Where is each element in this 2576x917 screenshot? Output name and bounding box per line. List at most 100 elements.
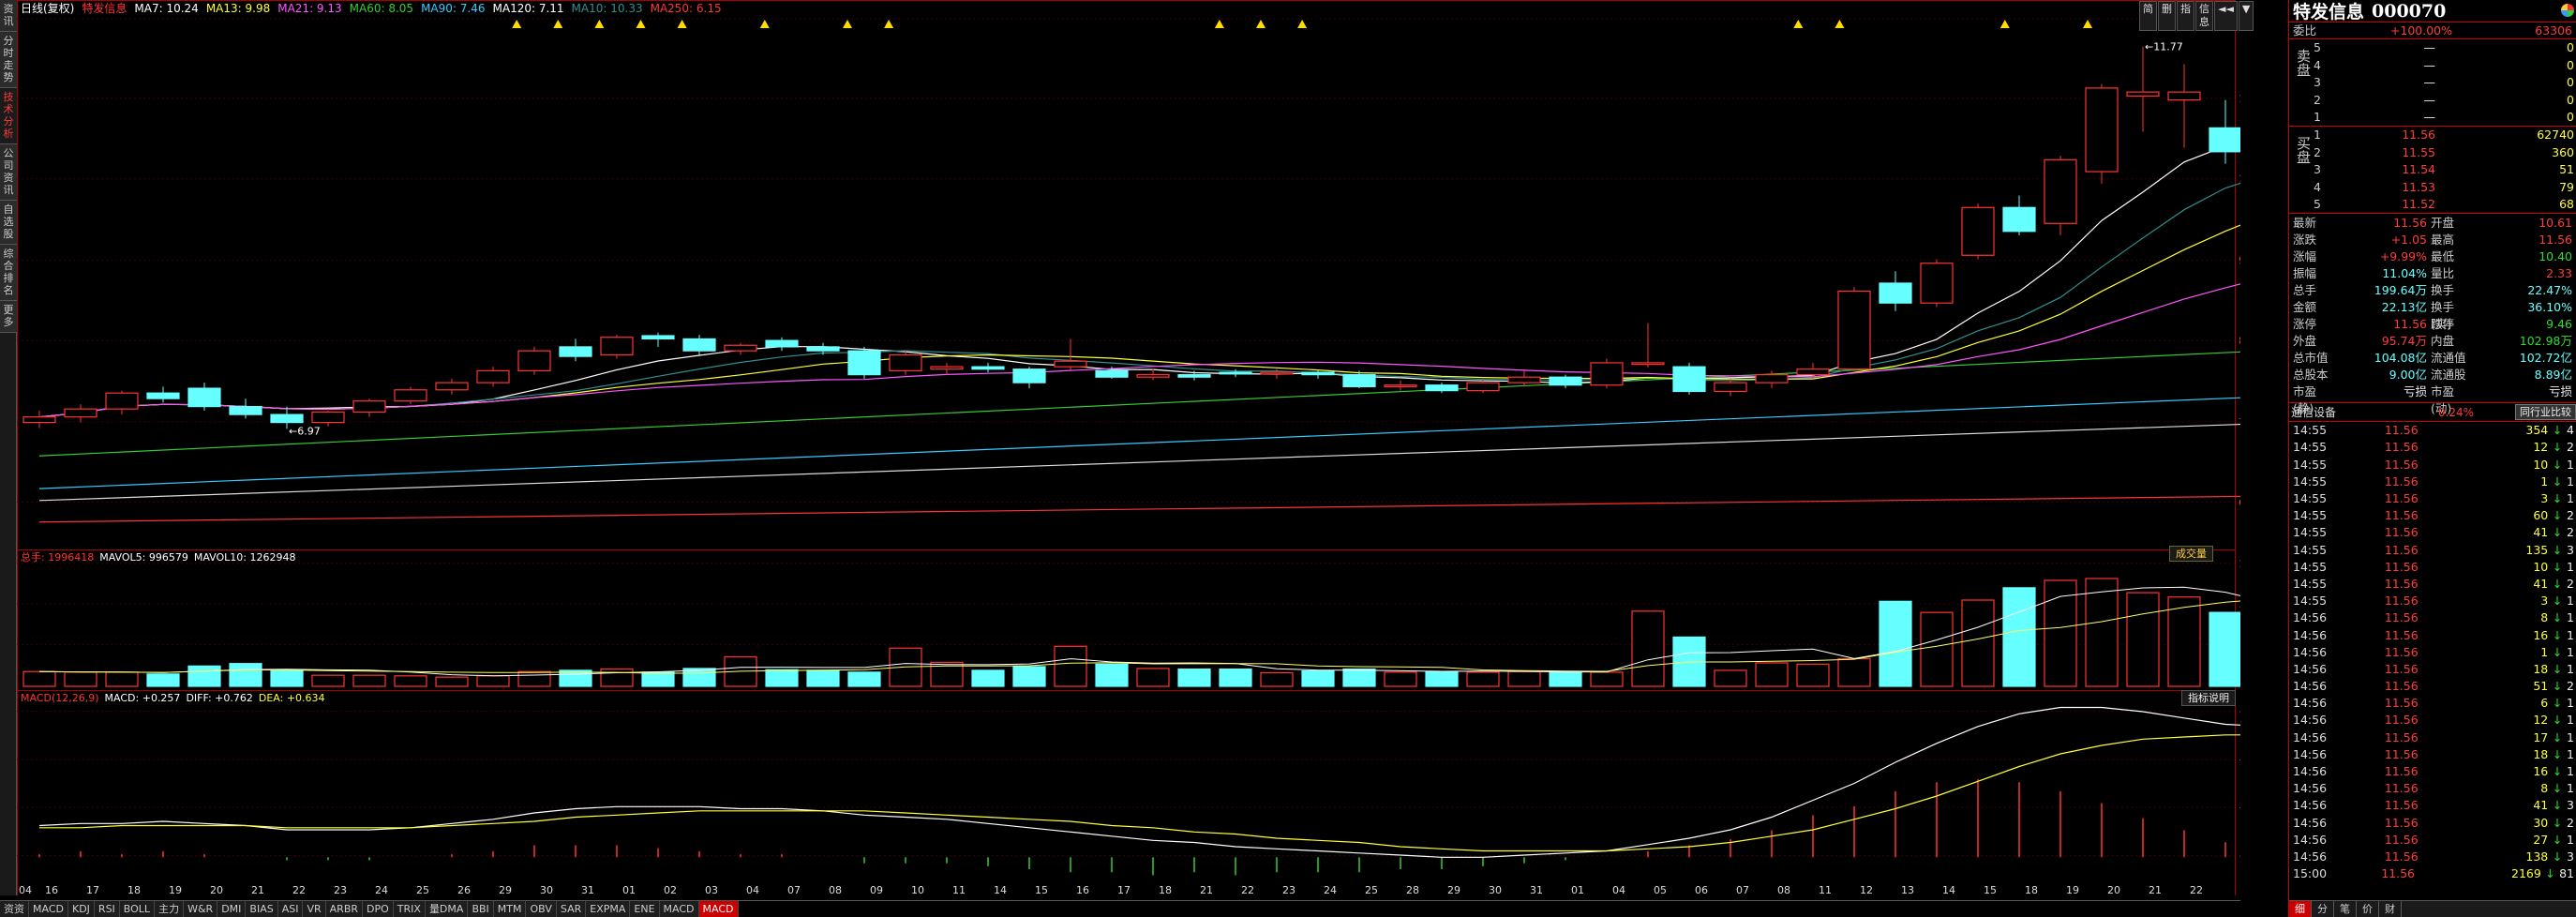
volume-bar [1342,668,1376,687]
candle-body [559,346,592,357]
side-tab-5[interactable]: 综合排名 [0,245,17,301]
side-tab-2[interactable]: 技术分析 [0,88,17,144]
volume-indicator-button[interactable]: 成交量 [2169,546,2213,562]
indicator-tab-18[interactable]: SAR [556,901,587,917]
down-arrow-icon: ↓ [2552,594,2563,609]
date-axis-label: 26 [457,884,471,895]
tick-volume: 138 [2525,849,2549,864]
tick-volume: 18 [2533,746,2549,761]
volume-bar [1879,600,1912,687]
tick-price: 11.56 [2384,798,2419,813]
candle-body [1507,376,1541,383]
ask-book: 卖盘 5 — 0 4 — 0 3 — 0 2 — 0 1 — 0 [2289,39,2576,128]
date-axis-label: 01 [1571,884,1584,895]
indicator-tab-22[interactable]: MACD [698,901,739,917]
date-axis-label: 08 [1777,884,1790,895]
toolbar-button-5[interactable]: ▼ [2238,1,2254,31]
indicator-tab-21[interactable]: MACD [659,901,699,917]
side-tab-6[interactable]: 更多 [0,301,17,333]
indicator-tab-8[interactable]: BIAS [246,901,278,917]
industry-compare-button[interactable]: 同行业比较 [2515,404,2576,421]
indicator-tab-14[interactable]: 量DMA [425,901,469,917]
volume-legend-item: 总手: 1996418 [21,550,94,564]
indicator-tab-6[interactable]: W&R [184,901,218,917]
indicator-tab-3[interactable]: RSI [94,901,120,917]
indicator-tab-16[interactable]: MTM [493,901,527,917]
toolbar-button-3[interactable]: 信息 [2195,1,2213,31]
tick-count: 3 [2567,849,2574,864]
chart-canvas[interactable]: 12.1211.1210.119.098.087.066.05日线(复权)特发信… [17,0,2240,895]
candle-body [352,400,386,413]
indicator-help-button[interactable]: 指标说明 [2181,690,2236,706]
stat-label: 总市值 [2293,351,2329,366]
tick-count: 1 [2567,746,2574,761]
date-axis-label: 24 [375,884,388,895]
quote-panel: 特发信息 000070 委比 +100.00% 63306 卖盘 5—0 4—0 3… [2288,0,2576,917]
indicator-tab-9[interactable]: ASI [277,901,304,917]
stat-label: 市盈(动) [2431,384,2455,416]
tick-price: 11.56 [2384,594,2419,609]
indicator-tab-13[interactable]: TRIX [393,901,426,917]
indicator-tab-11[interactable]: ARBR [325,901,364,917]
indicator-tab-12[interactable]: DPO [363,901,394,917]
indicator-tab-10[interactable]: VR [303,901,326,917]
toolbar-button-2[interactable]: 指 [2177,1,2194,31]
candle-body [1549,376,1582,386]
signal-marker-icon [884,20,894,28]
tick-time: 14:56 [2293,661,2328,676]
tick-volume: 12 [2533,713,2549,728]
side-tab-3[interactable]: 公司资讯 [0,144,17,201]
toolbar-button-4[interactable]: ◄◄ [2214,1,2238,31]
indicator-tab-17[interactable]: OBV [526,901,557,917]
quote-tab-4[interactable]: 财 [2379,901,2402,917]
indicator-tab-5[interactable]: 主力 [155,901,185,917]
indicator-tab-15[interactable]: BBI [468,901,494,917]
down-arrow-icon: ↓ [2552,815,2563,830]
candle-body [682,338,716,352]
brand-logo-icon [2561,4,2574,17]
volume-bar [1631,610,1665,687]
stat-label: 内盘 [2431,334,2455,349]
ask-volume: 0 [2567,40,2574,55]
indicator-tab-7[interactable]: DMI [217,901,247,917]
toolbar-button-1[interactable]: 删 [2158,1,2176,31]
tick-count: 2 [2567,508,2574,523]
candle-body [1672,366,1706,393]
tick-row: 14:56 11.56 18 ↓ 1 [2289,746,2576,763]
quote-tab-0[interactable]: 细 [2289,901,2312,917]
down-arrow-icon: ↓ [2552,644,2563,659]
side-tab-0[interactable]: 资讯 [0,0,17,32]
indicator-tab-2[interactable]: KDJ [67,901,95,917]
stat-value: +9.99% [2379,249,2427,264]
candle-body [1054,360,1087,368]
panel-frame [17,690,2236,895]
tick-count: 3 [2567,542,2574,557]
stat-row: 最新 11.56 开盘 10.61 [2293,215,2572,232]
side-tab-1[interactable]: 分时走势 [0,32,17,88]
tick-row: 14:56 11.56 16 ↓ 1 [2289,627,2576,644]
down-arrow-icon: ↓ [2552,729,2563,744]
down-arrow-icon: ↓ [2552,679,2563,694]
tick-count: 2 [2567,679,2574,694]
toolbar-button-0[interactable]: 简 [2139,1,2157,31]
tick-row: 14:56 11.56 6 ↓ 1 [2289,695,2576,712]
indicator-tab-4[interactable]: BOLL [119,901,156,917]
indicator-tab-1[interactable]: MACD [29,901,68,917]
ask-level: 3 [2314,75,2321,90]
candle-body [311,411,345,424]
bid-row: 3 11.54 51 [2289,161,2576,178]
side-tab-4[interactable]: 自选股 [0,201,17,245]
candle-body [1590,362,1624,386]
quote-tab-1[interactable]: 分 [2312,901,2334,917]
quote-tab-3[interactable]: 价 [2357,901,2379,917]
indicator-tab-19[interactable]: EXPMA [586,901,631,917]
bid-price: 11.54 [2402,162,2435,177]
indicator-tab-0[interactable]: 资资 [0,901,29,917]
quote-tab-2[interactable]: 笔 [2334,901,2357,917]
tick-list[interactable]: 14:55 11.56 354 ↓ 4 14:55 11.56 12 ↓ 2 14:55 11.56 1… [2289,422,2576,882]
indicator-tab-20[interactable]: ENE [630,901,660,917]
macd-line-DIFF [38,706,2240,858]
sell-label: 卖盘 [2295,49,2312,78]
tick-price: 11.56 [2384,679,2419,694]
kline-chart-area[interactable]: 12.1211.1210.119.098.087.066.05日线(复权)特发信… [17,0,2254,895]
